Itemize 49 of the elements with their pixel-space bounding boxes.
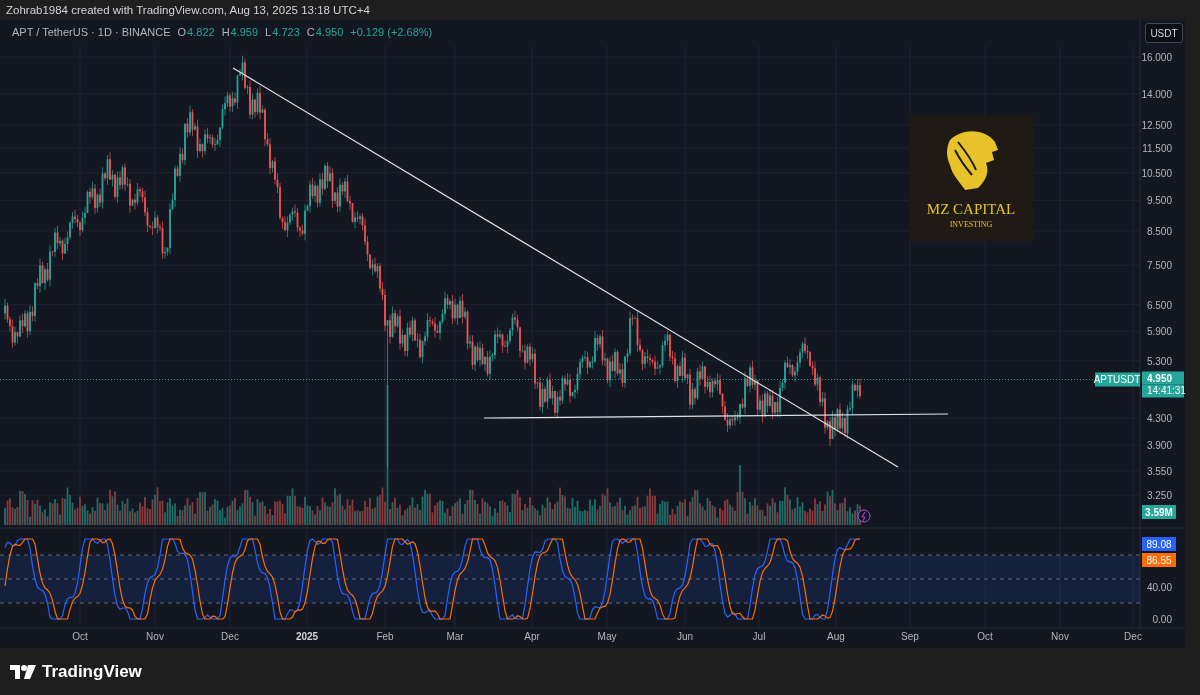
indicator-axis-label: 40.00 [1146,582,1172,593]
time-axis-label: 2025 [295,631,319,642]
price-axis-label: 14.000 [1141,88,1172,100]
chart-caption: Zohrab1984 created with TradingView.com, Aug 13, 2025 13:18 UTC+4 [5,3,371,18]
time-axis-label: Oct [72,631,88,642]
ohlc-value: L4.723 [265,26,300,38]
currency-button[interactable]: USDT [1145,23,1183,43]
time-axis-label: Oct [977,631,993,642]
time-axis-label: May [597,631,617,642]
lightning-icon [857,509,871,523]
time-axis-label: Apr [524,631,540,642]
price-axis-label: 4.300 [1146,413,1172,425]
price-axis-label: 12.500 [1141,119,1172,131]
price-axis-label: 3.900 [1146,440,1172,451]
price-axis-label: 16.000 [1141,52,1172,64]
ohlc-value: H4.959 [221,26,259,38]
time-axis-label: Jul [752,631,766,642]
time-axis-label: Feb [376,631,394,642]
price-change: +0.129 (+2.68%) [350,26,433,38]
stoch-k-value-tag: 89.08 [1142,537,1176,551]
time-axis-label: Dec [221,631,239,642]
price-axis-label: 10.500 [1141,167,1172,179]
price-axis-label: 8.500 [1146,225,1172,237]
indicator-axis-label: 0.00 [1152,614,1172,625]
volume-value-tag: 3.59M [1142,505,1176,519]
time-axis-label: Jun [676,631,694,642]
time-axis-label: Mar [446,631,464,642]
time-axis-label: Sep [901,631,919,642]
price-axis-label: 3.550 [1146,465,1172,477]
brand-name: TradingView [42,661,142,682]
last-price-tag: 4.950 [1142,371,1184,385]
price-axis-label: 7.500 [1146,260,1172,272]
symbol-title: APT / TetherUS · 1D · BINANCE [12,26,171,38]
price-axis-label: 3.250 [1146,490,1172,502]
ohlc-value: C4.950 [306,26,344,38]
time-axis-label: Nov [1051,631,1069,642]
time-axis-label: Aug [827,631,845,642]
price-axis-label: 6.500 [1146,299,1172,311]
tradingview-logo-icon [10,664,36,679]
logo-tagline: INVESTING [949,220,993,229]
time-axis-label: Dec [1124,631,1142,642]
time-axis-label: Nov [146,631,164,642]
price-axis-label: 5.900 [1146,326,1172,338]
ohlc-value: O4.822 [177,26,215,38]
logo-name: MZ CAPITAL [926,201,1016,217]
price-axis-label: 9.500 [1146,195,1172,207]
stoch-d-value-tag: 86.55 [1142,553,1176,567]
price-axis-label: 11.500 [1142,142,1172,154]
price-axis-label: 5.300 [1146,355,1172,367]
